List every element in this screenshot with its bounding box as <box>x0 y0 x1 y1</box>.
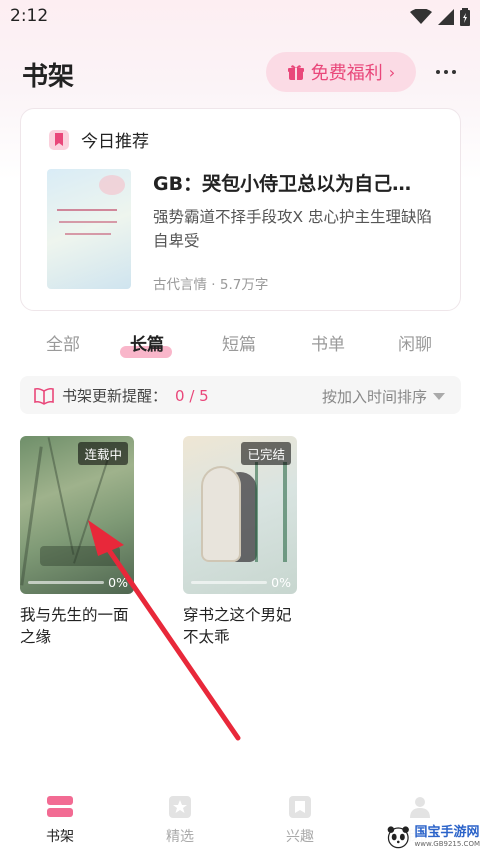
shelf-update-bar: 书架更新提醒： 0 / 5 按加入时间排序 <box>20 376 461 414</box>
tab-chat[interactable]: 闲聊 <box>398 330 432 355</box>
status-icons <box>410 8 470 26</box>
book-title[interactable]: 我与先生的一面之缘 <box>20 604 134 648</box>
tab-all[interactable]: 全部 <box>46 330 80 355</box>
nav-interest[interactable]: 兴趣 <box>270 794 330 846</box>
nav-featured[interactable]: 精选 <box>150 794 210 846</box>
sort-dropdown[interactable]: 按加入时间排序 <box>322 386 445 407</box>
shelf-tabs: 全部 长篇 短篇 书单 闲聊 <box>0 324 480 364</box>
panda-logo-icon <box>387 826 409 849</box>
update-reminder-count: 0 / 5 <box>175 386 209 405</box>
reading-progress-bar <box>191 581 267 584</box>
nav-label: 精选 <box>166 829 194 845</box>
shelf-book-1[interactable]: 连载中 0% 我与先生的一面之缘 <box>20 436 134 648</box>
status-badge: 连载中 <box>78 442 128 465</box>
nav-label: 兴趣 <box>286 829 314 845</box>
book-icon <box>287 794 313 820</box>
shelf-book-2[interactable]: 已完结 0% 穿书之这个男妃不太乖 <box>183 436 297 648</box>
update-reminder-label: 书架更新提醒： <box>62 387 168 405</box>
signal-icon <box>438 9 454 25</box>
recommended-book-cover[interactable] <box>47 169 131 289</box>
nav-bookshelf[interactable]: 书架 <box>30 794 90 846</box>
recommended-book-title[interactable]: GB：哭包小侍卫总以为自己… <box>153 169 443 196</box>
bookmark-icon <box>49 129 69 150</box>
recommendation-heading: 今日推荐 <box>81 132 149 152</box>
book-title[interactable]: 穿书之这个男妃不太乖 <box>183 604 297 648</box>
status-badge: 已完结 <box>241 442 291 465</box>
update-reminder: 书架更新提醒： 0 / 5 <box>34 385 209 406</box>
book-cover[interactable]: 已完结 0% <box>183 436 297 594</box>
tab-long[interactable]: 长篇 <box>130 330 164 355</box>
recommendation-header: 今日推荐 <box>47 127 149 152</box>
reading-progress-label: 0% <box>271 575 291 590</box>
watermark-text: 国宝手游网 <box>414 825 480 840</box>
status-time: 2:12 <box>10 6 49 26</box>
recommended-book-meta: 古代言情 · 5.7万字 <box>153 277 269 293</box>
more-icon[interactable] <box>432 58 460 86</box>
daily-recommendation-card[interactable]: 今日推荐 GB：哭包小侍卫总以为自己… 强势霸道不择手段攻X 忠心护主生理缺陷自… <box>20 108 461 311</box>
watermark: 国宝手游网 www.GB9215.COM <box>384 820 480 854</box>
tab-booklist[interactable]: 书单 <box>311 330 345 355</box>
gift-icon <box>287 65 304 80</box>
page-title: 书架 <box>22 62 75 92</box>
wifi-icon <box>410 9 432 24</box>
reading-progress-label: 0% <box>108 575 128 590</box>
user-icon <box>407 794 433 820</box>
star-icon <box>167 794 193 820</box>
watermark-text-block: 国宝手游网 www.GB9215.COM <box>414 825 480 849</box>
book-open-icon <box>34 387 54 405</box>
free-welfare-label: 免费福利 <box>310 63 383 84</box>
watermark-url: www.GB9215.COM <box>414 840 480 848</box>
header: 书架 免费福利 › <box>0 48 480 98</box>
book-cover[interactable]: 连载中 0% <box>20 436 134 594</box>
caret-down-icon <box>433 392 445 400</box>
sort-label: 按加入时间排序 <box>321 388 427 406</box>
nav-label: 书架 <box>46 829 74 845</box>
bookshelf-icon <box>47 794 73 820</box>
tab-short[interactable]: 短篇 <box>222 330 256 355</box>
chevron-right-icon: › <box>388 62 396 82</box>
reading-progress-bar <box>28 581 104 584</box>
free-welfare-button[interactable]: 免费福利 › <box>266 52 416 92</box>
battery-icon <box>460 8 470 26</box>
recommended-book-description: 强势霸道不择手段攻X 忠心护主生理缺陷自卑受 <box>153 208 433 250</box>
status-bar: 2:12 <box>0 0 480 34</box>
